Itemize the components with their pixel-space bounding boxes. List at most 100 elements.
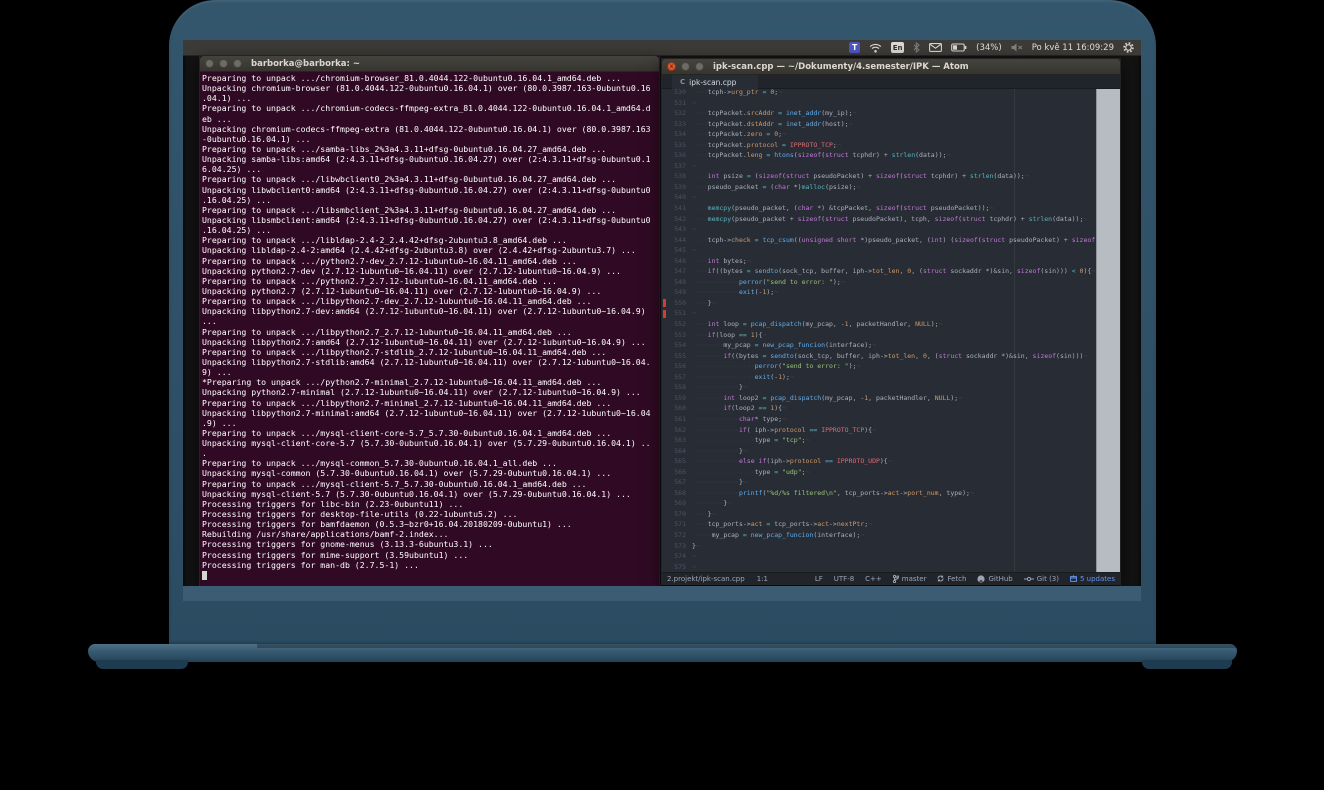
maximize-icon[interactable] xyxy=(695,62,704,71)
code-line: 554········my_pcap = new_pcap_funcion(in… xyxy=(662,340,1120,351)
minimize-icon[interactable] xyxy=(681,62,690,71)
git-diff-marker xyxy=(663,310,666,318)
code-line: 566················type = "udp";¬ xyxy=(662,467,1120,478)
code-line: 563················type = "tcp";¬ xyxy=(662,435,1120,446)
tab-label: ipk-scan.cpp xyxy=(689,78,736,87)
line-number: 557 xyxy=(662,372,692,383)
session-gear-icon[interactable] xyxy=(1123,42,1134,53)
sync-icon xyxy=(937,575,944,582)
terminal-line: Unpacking mysql-client-5.7 (5.7.30-0ubun… xyxy=(202,489,658,499)
code-line: 561············char* type;¬ xyxy=(662,414,1120,425)
close-icon[interactable]: x xyxy=(667,62,676,71)
laptop-mockup: T En xyxy=(0,0,1324,790)
terminal-line: Unpacking python2.7-dev (2.7.12-1ubuntu0… xyxy=(202,266,658,276)
line-number: 574 xyxy=(662,551,692,562)
line-number: 571 xyxy=(662,519,692,530)
status-github[interactable]: GitHub xyxy=(977,575,1012,583)
screen-bottom-edge xyxy=(183,586,1141,601)
code-line: 571····tcp_ports->act = tcp_ports->act->… xyxy=(662,519,1120,530)
branch-icon xyxy=(893,575,899,583)
terminal-line: ... xyxy=(202,316,658,326)
code-line: 551¬ xyxy=(662,308,1120,319)
status-cursor-position[interactable]: 1:1 xyxy=(757,575,768,583)
terminal-line: Preparing to unpack .../samba-libs_2%3a4… xyxy=(202,144,658,154)
code-line: 543¬ xyxy=(662,224,1120,235)
terminal-line: Unpacking libpython2.7-dev:amd64 (2.7.12… xyxy=(202,306,658,316)
code-editor[interactable]: 530····tcph->urg_ptr = 0;¬531¬532····tcp… xyxy=(662,89,1120,572)
tab-bar: C ipk-scan.cpp xyxy=(662,75,1120,89)
status-file-path[interactable]: 2.projekt/ipk-scan.cpp xyxy=(667,575,745,583)
editor-scrollbar[interactable] xyxy=(1096,89,1120,572)
terminal-line: Preparing to unpack .../mysql-client-cor… xyxy=(202,428,658,438)
status-git-branch[interactable]: master xyxy=(893,575,927,583)
code-line: 546····int bytes;¬ xyxy=(662,256,1120,267)
terminal-line: Preparing to unpack .../python2.7-dev_2.… xyxy=(202,256,658,266)
code-line: 535····tcpPacket.protocol = IPPROTO_TCP;… xyxy=(662,140,1120,151)
line-number: 551 xyxy=(662,308,692,319)
battery-icon[interactable] xyxy=(951,43,967,52)
terminal-line: .16.04.25) ... xyxy=(202,225,658,235)
battery-percent: (34%) xyxy=(976,43,1002,53)
terminal-line: Preparing to unpack .../libpython2.7-dev… xyxy=(202,296,658,306)
line-number: 531 xyxy=(662,98,692,109)
code-line: 568············printf("%d/%s filtered\n"… xyxy=(662,488,1120,499)
clock[interactable]: Po kvě 11 16:09:29 xyxy=(1032,43,1114,53)
line-number: 545 xyxy=(662,245,692,256)
line-number: 547 xyxy=(662,266,692,277)
code-line: 541····memcpy(pseudo_packet, (char *) &t… xyxy=(662,203,1120,214)
status-updates[interactable]: 5 updates xyxy=(1070,575,1115,583)
keyboard-layout-indicator[interactable]: En xyxy=(891,42,904,53)
terminal-line: .9) ... xyxy=(202,418,658,428)
line-number: 554 xyxy=(662,340,692,351)
code-line: 572·····my_pcap = new_pcap_funcion(inter… xyxy=(662,530,1120,541)
code-line: 560········if(loop2 == 1){¬ xyxy=(662,403,1120,414)
terminal-line: Unpacking chromium-browser (81.0.4044.12… xyxy=(202,83,658,93)
line-number: 552 xyxy=(662,319,692,330)
git-commit-icon xyxy=(1024,576,1034,582)
mail-icon[interactable] xyxy=(929,43,942,52)
code-line: 574¬ xyxy=(662,551,1120,562)
status-encoding[interactable]: UTF-8 xyxy=(834,575,854,583)
code-line: 575¬ xyxy=(662,562,1120,572)
terminal-line: Processing triggers for libc-bin (2.23-0… xyxy=(202,499,658,509)
status-fetch[interactable]: Fetch xyxy=(937,575,966,583)
line-number: 559 xyxy=(662,393,692,404)
code-line: 567············}¬ xyxy=(662,477,1120,488)
minimize-icon[interactable] xyxy=(219,59,228,68)
terminal-line: eb ... xyxy=(202,114,658,124)
code-lines: 530····tcph->urg_ptr = 0;¬531¬532····tcp… xyxy=(662,89,1120,572)
laptop-base xyxy=(88,644,1237,662)
line-number: 556 xyxy=(662,361,692,372)
terminal-line: Preparing to unpack .../libwbclient0_2%3… xyxy=(202,174,658,184)
status-git[interactable]: Git (3) xyxy=(1024,575,1059,583)
terminal-line: Unpacking libldap-2.4-2:amd64 (2.4.42+df… xyxy=(202,245,658,255)
code-line: 552····int loop = pcap_dispatch(my_pcap,… xyxy=(662,319,1120,330)
terminal-line: Unpacking python2.7-minimal (2.7.12-1ubu… xyxy=(202,387,658,397)
line-number: 539 xyxy=(662,182,692,193)
maximize-icon[interactable] xyxy=(233,59,242,68)
terminal-line: Unpacking libpython2.7-stdlib:amd64 (2.7… xyxy=(202,357,658,367)
terminal-line: Processing triggers for gnome-menus (3.1… xyxy=(202,539,658,549)
wifi-icon[interactable] xyxy=(869,43,882,53)
tab-ipk-scan[interactable]: C ipk-scan.cpp xyxy=(672,75,758,89)
terminal-line: Unpacking libpython2.7-minimal:amd64 (2.… xyxy=(202,408,658,418)
line-number: 549 xyxy=(662,287,692,298)
terminal-output[interactable]: Preparing to unpack .../chromium-browser… xyxy=(202,73,658,587)
atom-titlebar[interactable]: x ipk-scan.cpp — ~/Dokumenty/4.semester/… xyxy=(662,59,1120,75)
line-number: 536 xyxy=(662,150,692,161)
status-line-ending[interactable]: LF xyxy=(815,575,823,583)
close-icon[interactable] xyxy=(205,59,214,68)
terminal-titlebar[interactable]: barborka@barborka: ~ xyxy=(200,56,659,72)
line-number: 565 xyxy=(662,456,692,467)
terminal-window: barborka@barborka: ~ Preparing to unpack… xyxy=(199,55,660,588)
code-line: 538····int psize = (sizeof(struct pseudo… xyxy=(662,171,1120,182)
teams-icon[interactable]: T xyxy=(849,42,860,53)
line-number: 541 xyxy=(662,203,692,214)
code-line: 532····tcpPacket.srcAddr = inet_addr(my_… xyxy=(662,108,1120,119)
code-line: 544····tcph->check = tcp_csum((unsigned … xyxy=(662,235,1120,246)
status-language[interactable]: C++ xyxy=(865,575,882,583)
terminal-line: .04.1) ... xyxy=(202,93,658,103)
line-number: 569 xyxy=(662,498,692,509)
volume-muted-icon[interactable] xyxy=(1011,43,1023,52)
bluetooth-icon[interactable] xyxy=(913,42,920,53)
